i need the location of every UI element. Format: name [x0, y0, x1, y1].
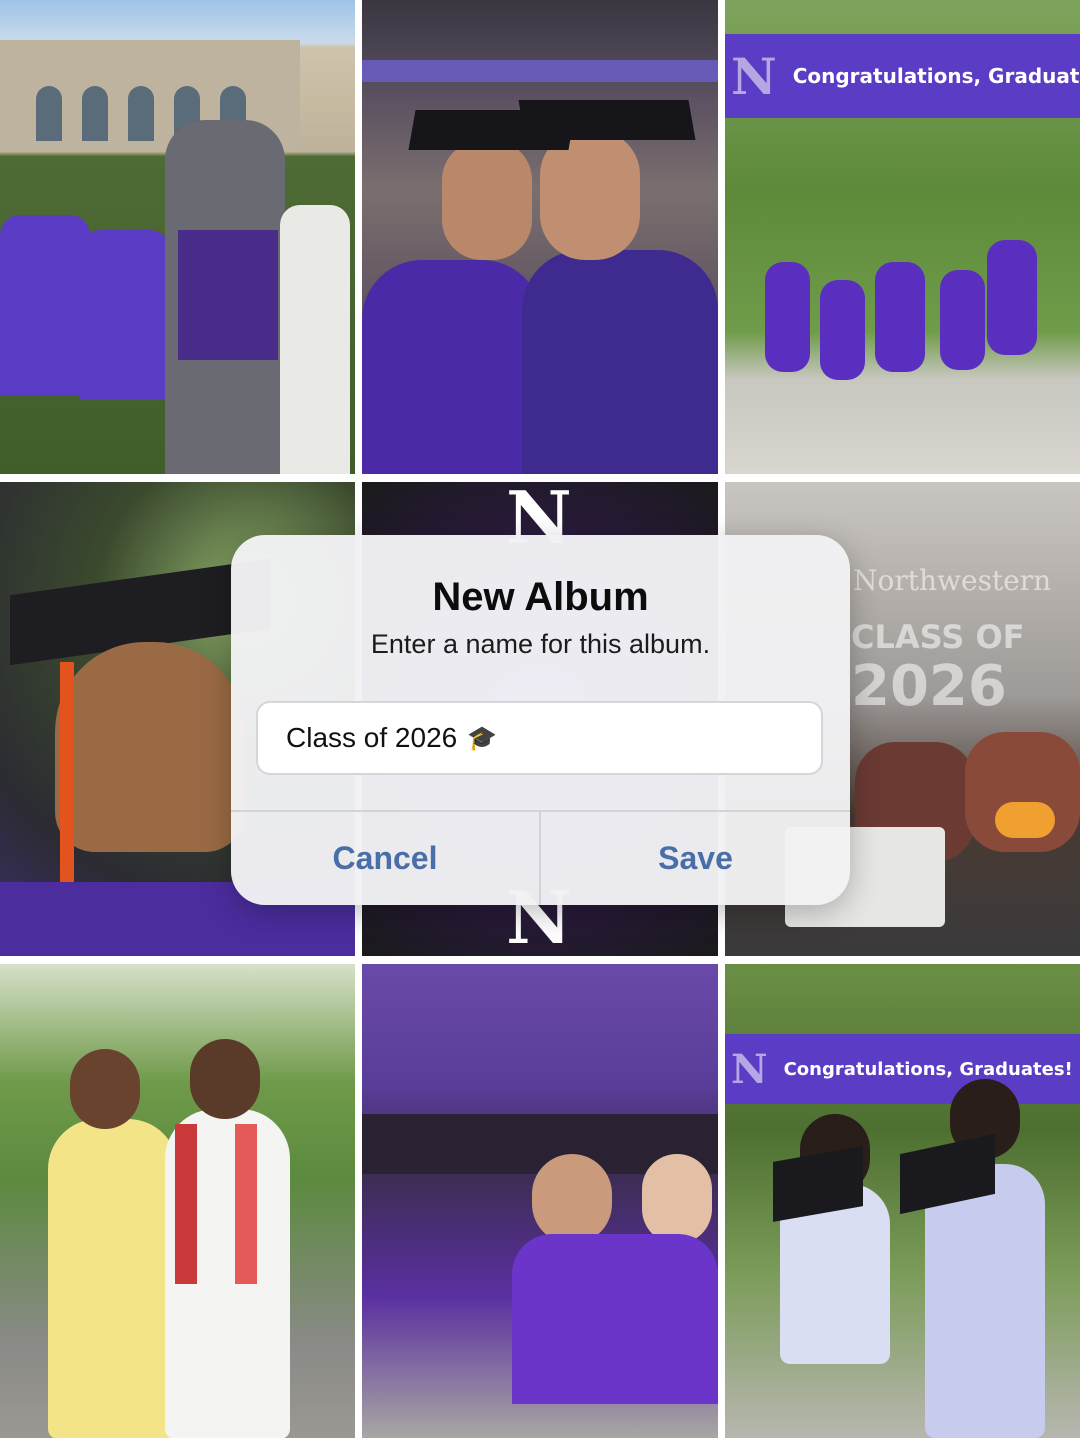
- building-window: [128, 86, 154, 141]
- photo-grads-holding-caps[interactable]: N Congratulations, Graduates!: [725, 964, 1080, 1438]
- album-name-value[interactable]: Class of 2026: [286, 722, 457, 754]
- photo-jumping-graduates[interactable]: N Congratulations, Graduates: [725, 0, 1080, 474]
- lavender-dress: [925, 1164, 1045, 1438]
- arena-led-ribbon: [362, 60, 718, 82]
- year-sign: 2026: [851, 654, 1007, 719]
- graduation-cap-icon: 🎓: [467, 724, 498, 752]
- graduation-stole: [235, 1124, 257, 1284]
- mascot-jersey: [178, 230, 278, 360]
- jumping-graduate: [940, 270, 985, 370]
- jumping-graduate: [820, 280, 865, 380]
- graduate-gown: [522, 250, 718, 474]
- northwestern-sign: Northwestern: [853, 564, 1052, 597]
- graduate-face: [532, 1154, 612, 1244]
- yellow-dress: [48, 1119, 178, 1438]
- photo-campus-mascot[interactable]: [0, 0, 355, 474]
- person-head: [190, 1039, 260, 1119]
- banner-text: Congratulations, Graduates: [792, 64, 1080, 88]
- graduate-face: [442, 140, 532, 260]
- graduate-gown: [512, 1234, 718, 1404]
- jumping-graduate: [987, 240, 1037, 355]
- person-white-shirt: [280, 205, 350, 474]
- jumping-graduate: [875, 262, 925, 372]
- album-name-input[interactable]: Class of 2026 🎓: [256, 701, 823, 775]
- building-window: [82, 86, 108, 141]
- dialog-message: Enter a name for this album.: [370, 629, 711, 659]
- n-logo-mark: N: [731, 1045, 768, 1093]
- graduate-hair: [55, 642, 245, 852]
- cancel-button[interactable]: Cancel: [231, 812, 539, 905]
- photo-arena-graduates[interactable]: [362, 0, 718, 474]
- new-album-dialog: New Album Enter a name for this album. C…: [231, 535, 850, 905]
- fire-pit-flame: [995, 802, 1055, 838]
- n-logo-mark: N: [731, 46, 777, 106]
- person-head: [70, 1049, 140, 1129]
- mortarboard: [518, 100, 696, 140]
- graduate-face: [642, 1154, 712, 1244]
- cap-tassel: [60, 662, 74, 882]
- building-window: [36, 86, 62, 141]
- dialog-title: New Album: [432, 575, 649, 619]
- graduate-gown: [362, 260, 542, 474]
- banner-text: Congratulations, Graduates!: [783, 1058, 1073, 1080]
- person-purple-shirt: [0, 215, 90, 395]
- photo-seated-graduates[interactable]: [362, 964, 718, 1438]
- congratulations-banner: N Congratulations, Graduates: [725, 34, 1080, 118]
- jumping-graduate: [765, 262, 810, 372]
- photo-women-walking[interactable]: [0, 964, 355, 1438]
- save-button[interactable]: Save: [541, 812, 850, 905]
- congratulations-banner: N Congratulations, Graduates!: [725, 1034, 1080, 1104]
- class-of-sign: CLASS OF: [851, 618, 1025, 656]
- graduation-stole: [175, 1124, 197, 1284]
- person-purple-shirt: [80, 230, 170, 400]
